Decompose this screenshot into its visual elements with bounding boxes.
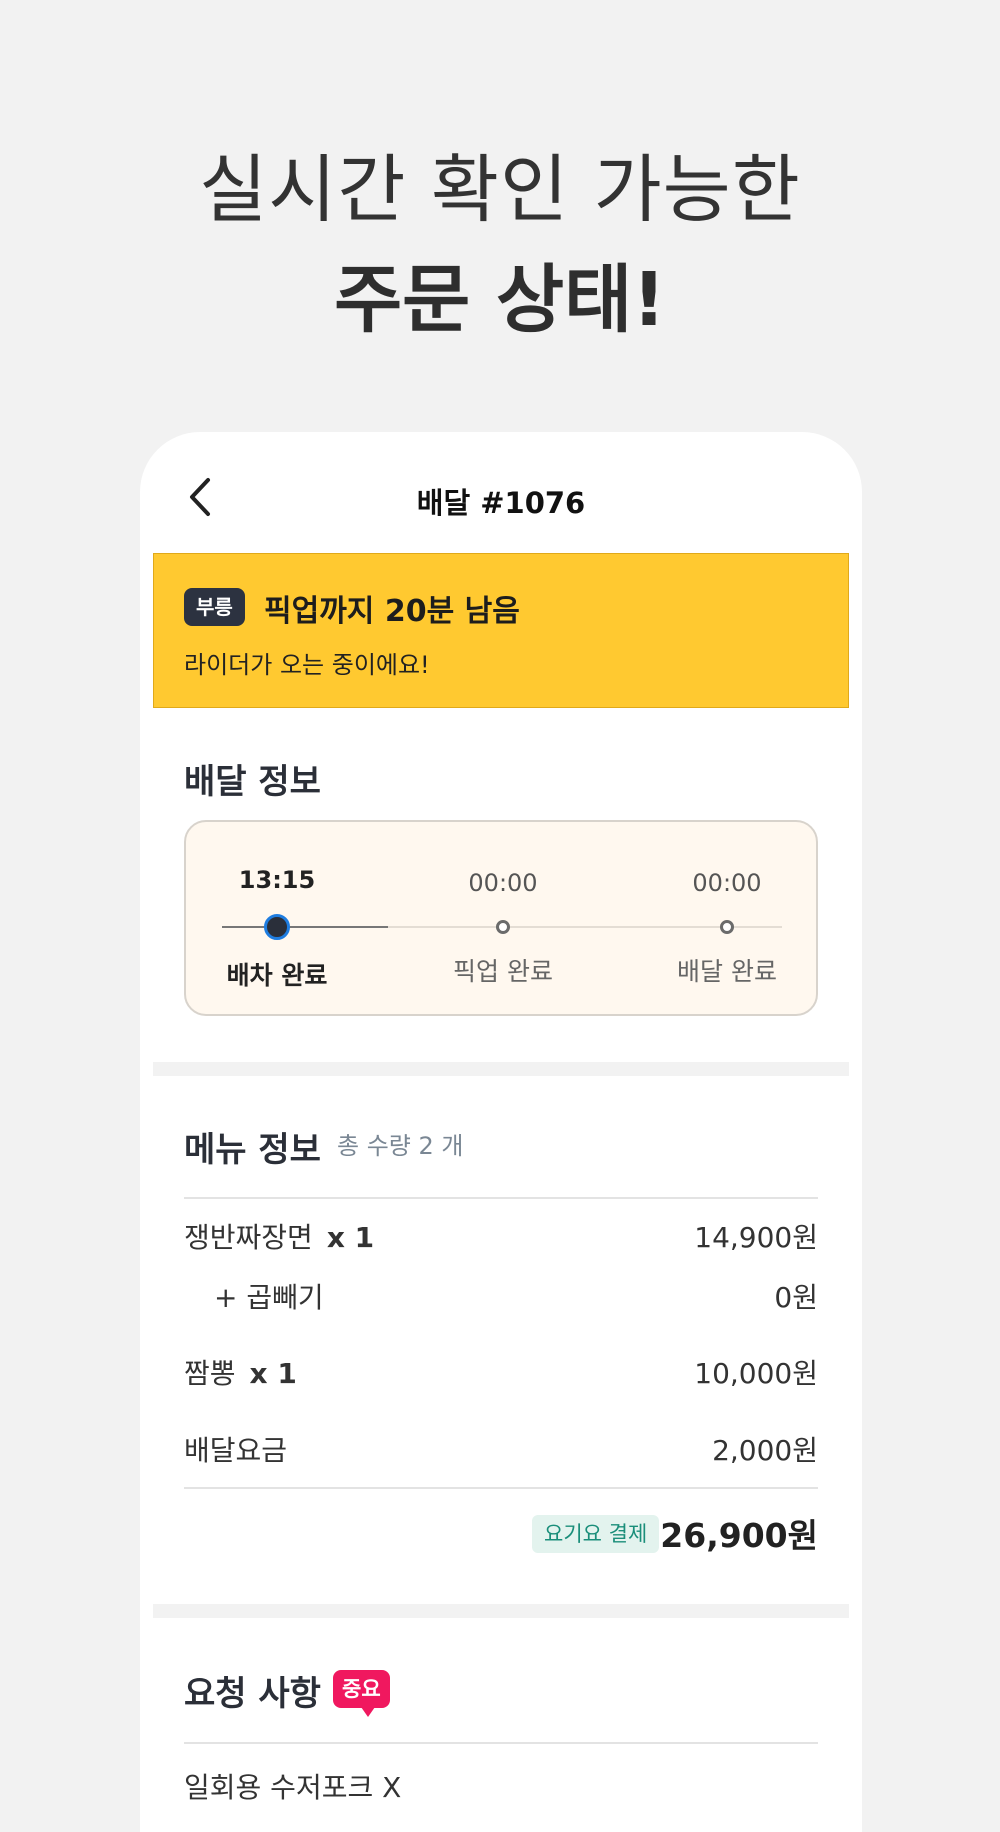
delivery-fee-price: 2,000원 — [712, 1434, 818, 1467]
menu-option-name: + 곱빼기 — [214, 1281, 324, 1314]
step-2-time: 00:00 — [468, 869, 538, 897]
section-divider — [153, 1062, 849, 1076]
step-3-label: 배달 완료 — [677, 957, 777, 986]
courier-chip: 부릉 — [184, 588, 245, 626]
banner-title: 픽업까지 20분 남음 — [264, 594, 520, 629]
request-divider — [184, 1742, 818, 1744]
step-3-time: 00:00 — [692, 869, 762, 897]
important-badge: 중요 — [333, 1670, 390, 1717]
menu-item-name: 쟁반짜장면 — [184, 1221, 313, 1254]
menu-item-name: 짬뽕 — [184, 1357, 236, 1390]
headline-line-1: 실시간 확인 가능한 — [199, 147, 801, 233]
delivery-info-title: 배달 정보 — [184, 762, 321, 802]
section-divider — [153, 1604, 849, 1618]
menu-item-name-wrap: 쟁반짜장면 x 1 — [184, 1216, 374, 1256]
timeline-progress-line — [222, 926, 388, 928]
request-title: 요청 사항 — [184, 1674, 321, 1714]
menu-item-price: 14,900원 — [694, 1221, 818, 1254]
total-quantity-label: 총 수량 2 개 — [337, 1132, 464, 1160]
payment-method-badge: 요기요 결제 — [532, 1515, 660, 1553]
page-title: 배달 #1076 — [416, 486, 586, 520]
promo-headline: 실시간 확인 가능한 주문 상태! — [0, 140, 1000, 356]
menu-option-price: 0원 — [774, 1281, 818, 1314]
menu-bottom-divider — [184, 1487, 818, 1489]
menu-top-divider — [184, 1197, 818, 1199]
menu-item-price: 10,000원 — [694, 1357, 818, 1390]
menu-info-title: 메뉴 정보 — [184, 1130, 321, 1170]
headline-line-2: 주문 상태! — [334, 257, 666, 343]
menu-item-qty: x 1 — [249, 1357, 297, 1390]
delivery-timeline: 13:15 배차 완료 00:00 픽업 완료 00:00 배달 완료 — [184, 820, 818, 1016]
top-bar: 배달 #1076 — [140, 432, 862, 552]
step-2-label: 픽업 완료 — [453, 957, 553, 986]
order-total: 26,900원 — [660, 1516, 818, 1555]
step-1-dot — [264, 914, 290, 940]
menu-item-qty: x 1 — [326, 1221, 375, 1254]
banner-subtitle: 라이더가 오는 중이에요! — [184, 651, 430, 679]
phone-screen: 배달 #1076 부릉 픽업까지 20분 남음 라이더가 오는 중이에요! 배달… — [140, 432, 862, 1832]
menu-item-name-wrap: 짬뽕 x 1 — [184, 1352, 297, 1392]
step-3-dot — [720, 920, 734, 934]
delivery-fee-label: 배달요금 — [184, 1434, 288, 1467]
step-2-dot — [496, 920, 510, 934]
step-1-time: 13:15 — [238, 866, 316, 894]
request-text: 일회용 수저포크 X — [184, 1771, 402, 1804]
pickup-status-banner: 부릉 픽업까지 20분 남음 라이더가 오는 중이에요! — [153, 553, 849, 708]
step-1-label: 배차 완료 — [226, 961, 328, 990]
